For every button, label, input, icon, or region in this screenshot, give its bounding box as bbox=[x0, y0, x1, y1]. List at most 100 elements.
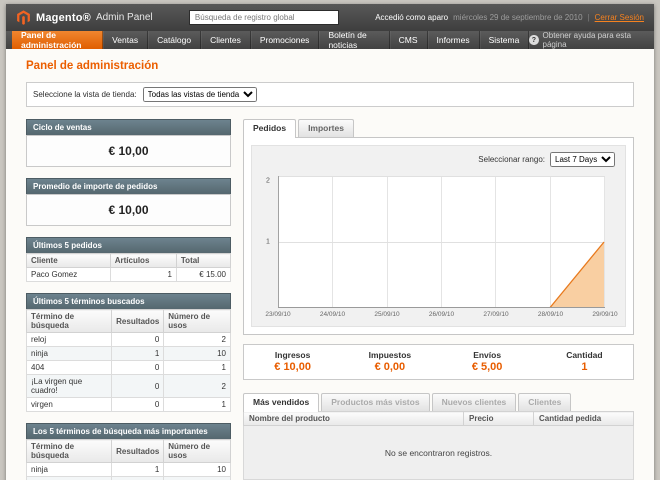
tab-productos-mas-vistos[interactable]: Productos más vistos bbox=[321, 393, 429, 411]
x-tick-label: 24/09/10 bbox=[320, 311, 345, 318]
table-header-row: ClienteArtículosTotal bbox=[27, 254, 231, 268]
nav-item-catalogo[interactable]: Catálogo bbox=[148, 31, 201, 49]
tab-mas-vendidos[interactable]: Más vendidos bbox=[243, 393, 319, 412]
nav-item-panel-de-administracion[interactable]: Panel de administración bbox=[12, 31, 103, 49]
table-row[interactable]: reloj02 bbox=[27, 333, 231, 347]
nav-item-ventas[interactable]: Ventas bbox=[103, 31, 148, 49]
table-cell: 2 bbox=[164, 477, 231, 480]
header-date: miércoles 29 de septiembre de 2010 bbox=[453, 13, 582, 22]
orders-chart: 12 23/09/1024/09/1025/09/1026/09/1027/09… bbox=[260, 174, 617, 322]
table-cell: ninja bbox=[27, 347, 112, 361]
total-impuestos: Impuestos€ 0,00 bbox=[341, 350, 438, 373]
column-header: Cantidad pedida bbox=[534, 412, 634, 426]
tab-clientes[interactable]: Clientes bbox=[518, 393, 571, 411]
table-cell: 0 bbox=[112, 361, 164, 375]
top-search-title: Los 5 términos de búsqueda más important… bbox=[26, 423, 231, 439]
table-row[interactable]: ¡La virgen que cuadro!02 bbox=[27, 375, 231, 398]
nav-item-cms[interactable]: CMS bbox=[390, 31, 428, 49]
brand-suffix: Admin Panel bbox=[96, 12, 153, 23]
last-search-box: Últimos 5 términos buscados Término de b… bbox=[26, 293, 231, 412]
table-row[interactable]: ninja110 bbox=[27, 463, 231, 477]
table-cell: ninja bbox=[27, 463, 112, 477]
logout-link[interactable]: Cerrar Sesión bbox=[595, 13, 644, 22]
help-link[interactable]: ? Obtener ayuda para esta página bbox=[529, 31, 648, 49]
logged-in-as: Accedió como aparo bbox=[375, 13, 448, 22]
right-column: PedidosImportes Seleccionar rango: Last … bbox=[243, 119, 634, 480]
table-cell: 404 bbox=[27, 361, 112, 375]
table-header-row: Término de búsquedaResultadosNúmero de u… bbox=[27, 310, 231, 333]
x-tick-label: 27/09/10 bbox=[483, 311, 508, 318]
table-cell: 0 bbox=[112, 333, 164, 347]
table-cell: ¡La virgen que cuadro! bbox=[27, 375, 112, 398]
total-envios: Envíos€ 5,00 bbox=[439, 350, 536, 373]
last-orders-title: Últimos 5 pedidos bbox=[26, 237, 231, 253]
table-row[interactable]: Paco Gomez1€ 15.00 bbox=[27, 268, 231, 282]
avg-order-title: Promedio de importe de pedidos bbox=[26, 178, 231, 194]
content: Panel de administración Seleccione la vi… bbox=[6, 49, 654, 480]
table-cell: 10 bbox=[164, 347, 231, 361]
separator: | bbox=[588, 13, 590, 22]
sales-cycle-value: € 10,00 bbox=[26, 135, 231, 167]
table-cell: reloj bbox=[27, 333, 112, 347]
tab-pedidos[interactable]: Pedidos bbox=[243, 119, 296, 138]
range-label: Seleccionar rango: bbox=[478, 155, 545, 164]
nav-item-promociones[interactable]: Promociones bbox=[251, 31, 320, 49]
x-tick-label: 29/09/10 bbox=[592, 311, 617, 318]
total-ingresos: Ingresos€ 10,00 bbox=[244, 350, 341, 373]
tab-nuevos-clientes[interactable]: Nuevos clientes bbox=[432, 393, 517, 411]
table-cell: 1 bbox=[112, 347, 164, 361]
range-select[interactable]: Last 7 Days bbox=[550, 152, 615, 167]
x-tick-label: 28/09/10 bbox=[538, 311, 563, 318]
total-label: Envíos bbox=[439, 350, 536, 360]
global-search-input[interactable] bbox=[189, 10, 339, 25]
column-header: Total bbox=[176, 254, 230, 268]
user-info: Accedió como aparo miércoles 29 de septi… bbox=[375, 13, 644, 22]
chart-xlabels: 23/09/1024/09/1025/09/1026/09/1027/09/10… bbox=[278, 311, 605, 322]
table-cell: 2 bbox=[164, 333, 231, 347]
y-tick-label: 1 bbox=[266, 239, 270, 246]
table-row[interactable]: reloj02 bbox=[27, 477, 231, 480]
table-cell: reloj bbox=[27, 477, 112, 480]
empty-row: No se encontraron registros. bbox=[244, 426, 634, 480]
table-cell: 1 bbox=[110, 268, 176, 282]
total-cantidad: Cantidad1 bbox=[536, 350, 633, 373]
x-tick-label: 26/09/10 bbox=[429, 311, 454, 318]
table-row[interactable]: ninja110 bbox=[27, 347, 231, 361]
total-value: € 10,00 bbox=[244, 361, 341, 373]
column-header: Cliente bbox=[27, 254, 111, 268]
range-bar: Seleccionar rango: Last 7 Days bbox=[260, 150, 617, 174]
total-value: € 0,00 bbox=[341, 361, 438, 373]
table-cell: 2 bbox=[164, 375, 231, 398]
x-tick-label: 23/09/10 bbox=[265, 311, 290, 318]
products-table: Nombre del productoPrecioCantidad pedida… bbox=[243, 411, 634, 480]
brand-link[interactable]: Magento® Admin Panel bbox=[16, 10, 153, 25]
total-label: Impuestos bbox=[341, 350, 438, 360]
last-search-title: Últimos 5 términos buscados bbox=[26, 293, 231, 309]
table-header-row: Nombre del productoPrecioCantidad pedida bbox=[244, 412, 634, 426]
nav-item-boletin-de-noticias[interactable]: Boletín de noticias bbox=[319, 31, 389, 49]
tab-importes[interactable]: Importes bbox=[298, 119, 354, 137]
top-search-box: Los 5 términos de búsqueda más important… bbox=[26, 423, 231, 480]
column-header: Resultados bbox=[112, 440, 164, 463]
left-column: Ciclo de ventas € 10,00 Promedio de impo… bbox=[26, 119, 231, 480]
table-row[interactable]: 40401 bbox=[27, 361, 231, 375]
sales-cycle-box: Ciclo de ventas € 10,00 bbox=[26, 119, 231, 167]
last-orders-box: Últimos 5 pedidos ClienteArtículosTotal … bbox=[26, 237, 231, 282]
last-search-table: Término de búsquedaResultadosNúmero de u… bbox=[26, 309, 231, 412]
store-view-select[interactable]: Todas las vistas de tienda bbox=[143, 87, 257, 102]
sales-cycle-title: Ciclo de ventas bbox=[26, 119, 231, 135]
total-label: Ingresos bbox=[244, 350, 341, 360]
total-value: 1 bbox=[536, 361, 633, 373]
nav-item-informes[interactable]: Informes bbox=[428, 31, 480, 49]
column-header: Término de búsqueda bbox=[27, 310, 112, 333]
table-row[interactable]: virgen01 bbox=[27, 398, 231, 412]
main-nav: Panel de administraciónVentasCatálogoCli… bbox=[6, 31, 654, 49]
table-cell: € 15.00 bbox=[176, 268, 230, 282]
magento-logo-icon bbox=[16, 10, 31, 25]
nav-item-clientes[interactable]: Clientes bbox=[201, 31, 251, 49]
brand-name: Magento® bbox=[36, 12, 91, 24]
table-cell: 1 bbox=[164, 398, 231, 412]
column-header: Resultados bbox=[112, 310, 164, 333]
dashboard-columns: Ciclo de ventas € 10,00 Promedio de impo… bbox=[26, 119, 634, 480]
nav-item-sistema[interactable]: Sistema bbox=[480, 31, 530, 49]
